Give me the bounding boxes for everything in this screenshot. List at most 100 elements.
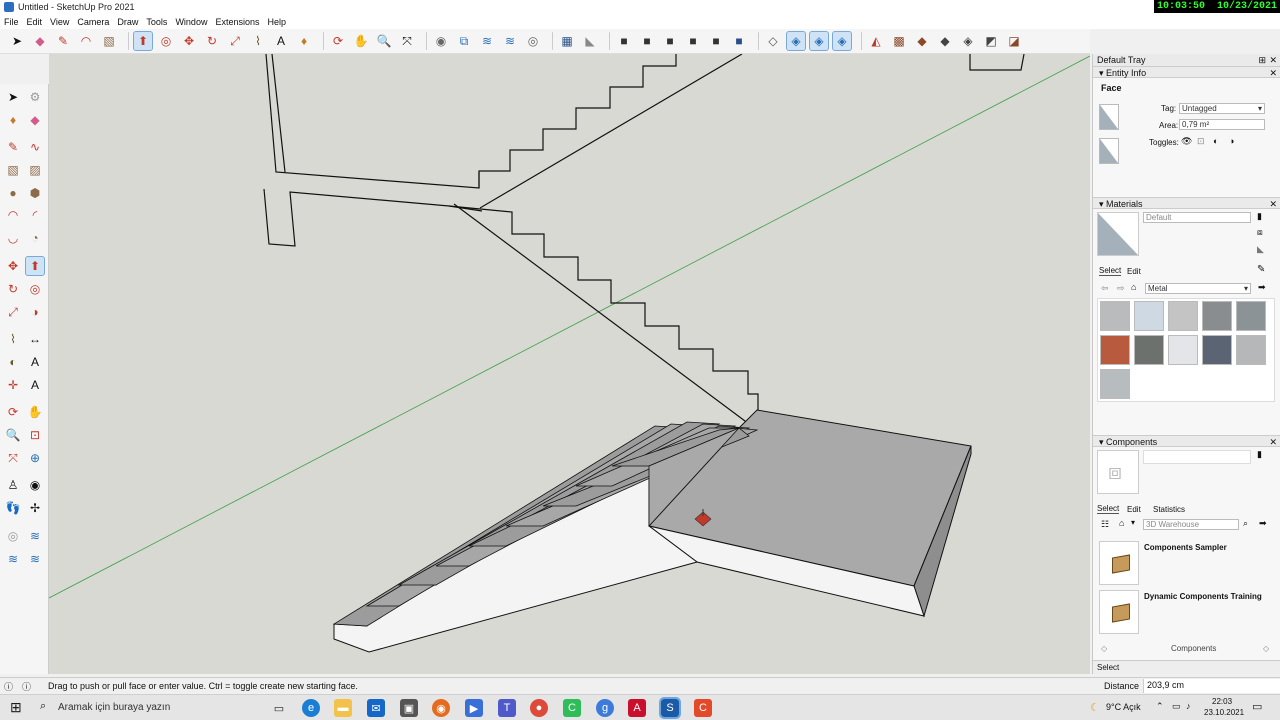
home-icon[interactable]: ⌂ [1119,518,1124,528]
select-tool-icon[interactable]: ➤ [8,32,26,50]
cast-shadows-icon[interactable]: ◐ [1213,136,1218,146]
volume-icon[interactable]: ♪ [1186,701,1191,711]
mail-icon[interactable]: ✉ [367,699,385,717]
close-icon[interactable]: ✕ [1269,67,1277,79]
outliner-icon[interactable]: ◣ [581,32,599,50]
back-face-material-thumb[interactable] [1099,138,1119,164]
arc-tool-icon[interactable]: ◠ [77,32,95,50]
menu-window[interactable]: Window [175,17,207,27]
windows-start-icon[interactable]: ⊞ [10,699,22,716]
eraser-icon[interactable]: ◆ [26,111,44,129]
zoom-extents-icon[interactable]: ⤧ [398,32,416,50]
home-icon[interactable]: ⌂ [1131,282,1136,292]
push-pull-icon[interactable]: ⬆ [25,256,45,276]
store-icon[interactable]: ▣ [400,699,418,717]
view-options-icon[interactable]: ☷ [1101,519,1109,530]
layout-icon[interactable]: ≋ [4,550,22,568]
chevron-down-icon[interactable]: ▾ [1131,518,1135,527]
line-tool-icon[interactable]: ✎ [54,32,72,50]
app-icon-blue[interactable]: g [596,699,614,717]
flip-edge-icon[interactable]: ◪ [1005,32,1023,50]
notifications-icon[interactable]: ▭ [1252,700,1262,713]
menu-tools[interactable]: Tools [146,17,167,27]
zoom-app-icon[interactable]: ▶ [465,699,483,717]
arc-tool-icon[interactable]: ◠ [4,206,22,224]
tray-chevron-up-icon[interactable]: ⌃ [1156,701,1164,712]
material-swatch[interactable] [1134,301,1164,331]
three-point-arc-icon[interactable]: ◡ [4,229,22,247]
info-icon[interactable]: ⓘ [22,680,31,693]
pan-icon[interactable]: ✋ [352,32,370,50]
menu-edit[interactable]: Edit [27,17,43,27]
push-pull-icon[interactable]: ⬆ [133,31,153,51]
protractor-icon[interactable]: ◐ [4,353,22,371]
details-arrow-icon[interactable]: ➡ [1259,518,1267,529]
area-field[interactable]: 0,79 m² [1179,119,1265,130]
material-swatch[interactable] [1202,335,1232,365]
text-tool-icon[interactable]: A [26,353,44,371]
material-swatch[interactable] [1134,335,1164,365]
taskbar-search-input[interactable]: Aramak için buraya yazın [58,702,170,713]
back-arrow-icon[interactable]: ⇦ [1101,283,1109,294]
components-tab-select[interactable]: Select [1097,504,1120,514]
cube-icon[interactable]: ⧈ [1257,227,1263,238]
menu-view[interactable]: View [50,17,69,27]
menu-camera[interactable]: Camera [77,17,109,27]
zoom-window-icon[interactable]: ⊡ [26,426,44,444]
drawing-viewport[interactable] [49,54,1090,674]
axes-tool-icon[interactable]: ✛ [4,376,22,394]
camtasia-icon[interactable]: C [563,699,581,717]
circle-tool-icon[interactable]: ● [4,184,22,202]
materials-header[interactable]: ▾ Materials ✕ [1093,197,1280,209]
rectangle-tool-icon[interactable]: ▧ [4,161,22,179]
two-point-arc-icon[interactable]: ◜ [26,206,44,224]
view-right-icon[interactable]: ■ [684,32,702,50]
component-name-field[interactable] [1143,450,1251,464]
extension-warehouse-icon[interactable]: ≋ [26,527,44,545]
eyedropper-icon[interactable]: ✎ [1257,264,1265,275]
terrain-icon[interactable]: ▩ [890,32,908,50]
menu-help[interactable]: Help [267,17,286,27]
rotated-rectangle-icon[interactable]: ▨ [26,161,44,179]
file-explorer-icon[interactable]: ▬ [334,699,352,717]
freehand-icon[interactable]: ∿ [26,138,44,156]
visibility-eye-icon[interactable]: 👁 [1181,136,1192,147]
edge-icon[interactable]: e [302,699,320,717]
paint-bucket-icon[interactable]: ♦ [4,111,22,129]
orbit-icon[interactable]: ⟳ [4,403,22,421]
move-tool-icon[interactable]: ✥ [180,32,198,50]
component-search-input[interactable]: 3D Warehouse [1143,519,1239,530]
add-detail-icon[interactable]: ◩ [982,32,1000,50]
section-plane-icon[interactable]: ✢ [26,499,44,517]
measurements-input[interactable]: 203,9 cm [1143,679,1280,693]
move-tool-icon[interactable]: ✥ [4,257,22,275]
extension-warehouse-icon[interactable]: ⧉ [455,32,473,50]
material-swatch[interactable] [1202,301,1232,331]
weather-text[interactable]: 9°C Açık [1106,702,1141,712]
taskbar-time[interactable]: 22:03 [1212,697,1232,706]
materials-tab-select[interactable]: Select [1099,266,1122,276]
receive-shadows-icon[interactable]: ◑ [1229,136,1234,146]
rotate-tool-icon[interactable]: ↻ [4,280,22,298]
firefox-icon[interactable]: ◉ [432,699,450,717]
material-swatch[interactable] [1168,335,1198,365]
profile-icon[interactable]: ◎ [524,32,542,50]
tray-bottom-panel[interactable]: Select [1093,660,1280,674]
scale-tool-icon[interactable]: ⤢ [4,303,22,321]
wireframe-icon[interactable]: ◈ [786,31,806,51]
material-swatch[interactable] [1236,301,1266,331]
component-item[interactable]: Components Sampler [1099,541,1279,585]
close-icon[interactable]: ✕ [1269,436,1277,448]
front-face-material-thumb[interactable] [1099,104,1119,130]
scale-tool-icon[interactable]: ⤢ [226,32,244,50]
nav-forward-icon[interactable]: ◇ [1263,644,1269,653]
pie-tool-icon[interactable]: ◔ [26,229,44,247]
components-tab-statistics[interactable]: Statistics [1153,505,1185,514]
nav-back-icon[interactable]: ◇ [1101,644,1107,653]
3d-text-icon[interactable]: A [26,376,44,394]
warehouse-icon[interactable]: ◉ [432,32,450,50]
view-left-icon[interactable]: ■ [730,32,748,50]
zoom-extents-icon[interactable]: ⤧ [4,449,22,467]
paint-bucket-icon[interactable]: ♦ [295,32,313,50]
follow-me-icon[interactable]: ◎ [157,32,175,50]
